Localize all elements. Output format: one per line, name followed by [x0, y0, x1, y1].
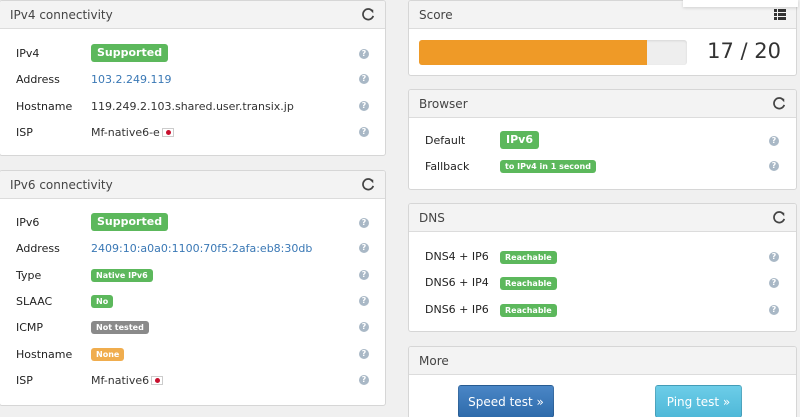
- browser-panel-title: Browser: [419, 96, 468, 111]
- dns-row-badge: Reachable: [500, 277, 557, 290]
- ipv6-status-badge: Supported: [91, 213, 169, 231]
- score-panel: Score 17 / 20: [408, 0, 797, 76]
- hostname-badge: None: [91, 348, 125, 361]
- more-panel-header: More: [409, 347, 796, 375]
- browser-panel: Browser Default IPv6 ? Fallback to IPv4 …: [408, 89, 797, 190]
- dns-row-label: DNS4 + IP6: [425, 250, 489, 263]
- more-panel: More Speed test » Ping test »: [408, 346, 797, 417]
- score-value: 17 / 20: [707, 39, 781, 63]
- ipv4-panel: IPv4 connectivity IPv4 Supported ? Addre…: [0, 0, 386, 156]
- ipv4-address-link[interactable]: 103.2.249.119: [91, 73, 171, 86]
- score-panel-title: Score: [419, 7, 453, 22]
- type-label: Type: [16, 269, 42, 282]
- address-label: Address: [16, 73, 60, 86]
- ipv4-panel-title: IPv4 connectivity: [10, 7, 113, 22]
- help-icon[interactable]: ?: [359, 375, 369, 385]
- ipv6-isp-text: Mf-native6: [91, 374, 150, 387]
- isp-label: ISP: [16, 374, 33, 387]
- fallback-badge: to IPv4 in 1 second: [500, 160, 596, 173]
- refresh-icon[interactable]: [361, 177, 375, 192]
- ipv6-isp-value: Mf-native6: [91, 374, 164, 387]
- score-progress-fill: [419, 40, 647, 65]
- ipv4-isp-value: Mf-native6-e: [91, 126, 174, 139]
- dns-row-badge: Reachable: [500, 251, 557, 264]
- help-icon[interactable]: ?: [359, 127, 369, 137]
- hostname-label: Hostname: [16, 100, 73, 113]
- dns-panel: DNS DNS4 + IP6 Reachable ? DNS6 + IP4 Re…: [408, 203, 797, 332]
- refresh-icon[interactable]: [361, 7, 375, 22]
- ipv6-address-link[interactable]: 2409:10:a0a0:1100:70f5:2afa:eb8:30db: [91, 242, 312, 255]
- hostname-label: Hostname: [16, 348, 73, 361]
- ipv6-panel-title: IPv6 connectivity: [10, 177, 113, 192]
- ipv6-panel: IPv6 connectivity IPv6 Supported ? Addre…: [0, 170, 386, 406]
- dns-panel-header: DNS: [409, 204, 796, 232]
- list-icon[interactable]: [774, 9, 786, 20]
- refresh-icon[interactable]: [772, 210, 786, 225]
- dns-row-label: DNS6 + IP4: [425, 276, 489, 289]
- help-icon[interactable]: ?: [359, 270, 369, 280]
- help-icon[interactable]: ?: [359, 74, 369, 84]
- fallback-label: Fallback: [425, 160, 470, 173]
- help-icon[interactable]: ?: [359, 101, 369, 111]
- type-badge: Native IPv6: [91, 269, 153, 282]
- help-icon[interactable]: ?: [359, 322, 369, 332]
- ipv6-panel-header: IPv6 connectivity: [0, 171, 385, 199]
- icmp-badge: Not tested: [91, 321, 149, 334]
- ipv6-label: IPv6: [16, 216, 40, 229]
- help-icon[interactable]: ?: [359, 296, 369, 306]
- japan-flag-icon: [161, 128, 174, 137]
- default-label: Default: [425, 134, 466, 147]
- dns-row-badge: Reachable: [500, 304, 557, 317]
- overlay-shadow: [683, 0, 798, 7]
- score-progress-bar: [419, 40, 687, 65]
- dns-row-label: DNS6 + IP6: [425, 303, 489, 316]
- icmp-label: ICMP: [16, 321, 44, 334]
- address-label: Address: [16, 242, 60, 255]
- speed-test-button[interactable]: Speed test »: [458, 385, 554, 417]
- ping-test-button[interactable]: Ping test »: [655, 385, 742, 417]
- help-icon[interactable]: ?: [359, 243, 369, 253]
- ipv4-label: IPv4: [16, 47, 40, 60]
- slaac-badge: No: [91, 295, 114, 308]
- isp-label: ISP: [16, 126, 33, 139]
- dns-panel-title: DNS: [419, 210, 445, 225]
- browser-panel-header: Browser: [409, 90, 796, 118]
- help-icon[interactable]: ?: [769, 161, 779, 171]
- japan-flag-icon: [151, 376, 164, 385]
- more-panel-title: More: [419, 353, 449, 368]
- help-icon[interactable]: ?: [359, 49, 369, 59]
- help-icon[interactable]: ?: [769, 136, 779, 146]
- slaac-label: SLAAC: [16, 295, 53, 308]
- ipv4-hostname-value: 119.249.2.103.shared.user.transix.jp: [91, 100, 294, 113]
- refresh-icon[interactable]: [772, 96, 786, 111]
- help-icon[interactable]: ?: [769, 305, 779, 315]
- help-icon[interactable]: ?: [359, 349, 369, 359]
- ipv4-isp-text: Mf-native6-e: [91, 126, 160, 139]
- help-icon[interactable]: ?: [769, 278, 779, 288]
- ipv4-status-badge: Supported: [91, 44, 169, 62]
- ipv4-panel-header: IPv4 connectivity: [0, 1, 385, 29]
- help-icon[interactable]: ?: [359, 218, 369, 228]
- help-icon[interactable]: ?: [769, 252, 779, 262]
- default-badge: IPv6: [500, 131, 539, 149]
